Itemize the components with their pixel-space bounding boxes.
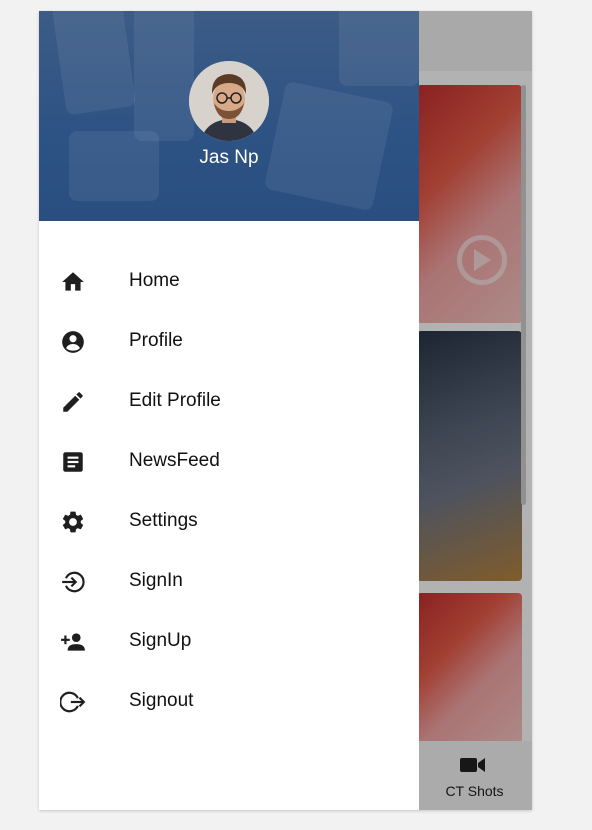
drawer-header: Jas Np <box>39 11 419 221</box>
logout-icon <box>60 691 86 713</box>
drawer-menu: Home Profile Edit Profile NewsFeed Setti… <box>39 251 419 731</box>
person-add-icon <box>61 633 85 651</box>
menu-item-signout[interactable]: Signout <box>39 671 419 731</box>
home-icon <box>62 272 84 291</box>
menu-item-settings[interactable]: Settings <box>39 491 419 551</box>
login-icon <box>62 571 85 593</box>
menu-item-label: Signout <box>129 690 194 711</box>
navigation-drawer: Jas Np Home Profile Edit Profile NewsFee… <box>39 11 419 810</box>
menu-item-newsfeed[interactable]: NewsFeed <box>39 431 419 491</box>
menu-item-label: SignIn <box>129 570 183 591</box>
account-circle-icon <box>62 331 84 353</box>
app-screen: CT Shots Jas Np Home Profile Edit Profil… <box>39 11 532 810</box>
menu-item-home[interactable]: Home <box>39 251 419 311</box>
menu-item-edit-profile[interactable]: Edit Profile <box>39 371 419 431</box>
user-name: Jas Np <box>199 147 259 168</box>
gear-icon <box>62 511 84 533</box>
user-photo <box>189 61 269 141</box>
menu-item-profile[interactable]: Profile <box>39 311 419 371</box>
menu-item-signup[interactable]: SignUp <box>39 611 419 671</box>
avatar[interactable] <box>189 61 269 141</box>
menu-item-signin[interactable]: SignIn <box>39 551 419 611</box>
menu-item-label: SignUp <box>129 630 192 651</box>
pencil-icon <box>63 392 83 412</box>
article-icon <box>63 452 83 472</box>
menu-item-label: NewsFeed <box>129 450 220 471</box>
menu-item-label: Profile <box>129 330 183 351</box>
menu-item-label: Home <box>129 270 180 291</box>
menu-item-label: Settings <box>129 510 198 531</box>
menu-item-label: Edit Profile <box>129 390 221 411</box>
